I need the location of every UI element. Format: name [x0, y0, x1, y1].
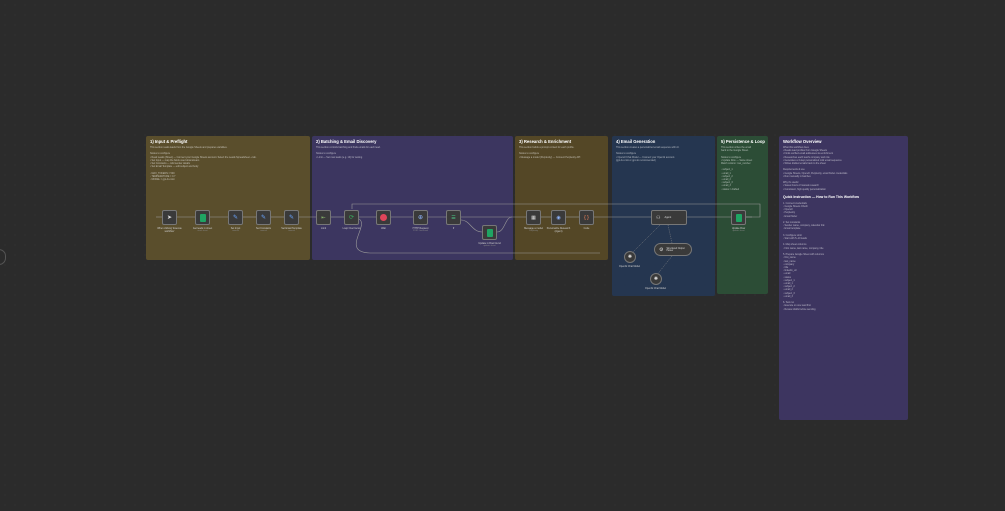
globe-icon: ⊕	[417, 215, 424, 221]
code-node[interactable]: { }	[579, 210, 594, 225]
set-input-node[interactable]: ✎	[228, 210, 243, 225]
node-label: Wait	[381, 227, 386, 230]
spreadsheet-icon	[199, 213, 206, 222]
update-row-node[interactable]	[731, 210, 746, 225]
message-model-node[interactable]: ▦	[526, 210, 541, 225]
http-request-node[interactable]: ⊕	[413, 210, 428, 225]
note-title: 2) Batching & Email Discovery	[316, 139, 377, 144]
agent-node[interactable]: ⚇ Agent	[651, 210, 687, 225]
update-row-found-node[interactable]	[482, 225, 497, 240]
pencil-icon: ✎	[232, 215, 239, 221]
chat-icon: ▦	[531, 214, 536, 221]
robot-icon: ⚇	[656, 214, 661, 221]
openai-chat-model-2-node[interactable]: ✺	[650, 273, 662, 285]
node-label: Update Row update: sheet	[731, 227, 746, 232]
loop-over-items-node[interactable]: ⟳	[344, 210, 359, 225]
openai-chat-model-node[interactable]: ✺	[624, 251, 636, 263]
if-node[interactable]: ☰	[446, 210, 461, 225]
node-label: Personalize Research (Agent)	[546, 227, 571, 233]
parser-icon: ⚙	[659, 246, 664, 253]
note-body: This section controls batching and finds…	[316, 146, 509, 159]
note-body: This section reads leads from the Google…	[150, 146, 306, 181]
node-label: Set Email Template manual	[281, 227, 302, 232]
set-email-template-node[interactable]: ✎	[284, 210, 299, 225]
note-line: ◦ status = drafted	[721, 187, 740, 191]
note-input-preflight[interactable]: 1) Input & Preflight This section reads …	[146, 136, 310, 260]
braces-icon: { }	[584, 214, 589, 221]
manual-trigger-node[interactable]: ➤	[162, 210, 177, 225]
note-line: ◦ Review drafts before sending	[783, 307, 816, 311]
branch-icon: ☰	[451, 214, 456, 221]
structured-output-parser-node[interactable]: ⚙ Structured Output Parser	[654, 243, 692, 256]
node-label: Get leads in sheet read: sheet	[192, 227, 213, 232]
openai-icon: ✺	[653, 276, 659, 282]
note-body: This section creates a personalized emai…	[616, 146, 711, 162]
note-title: 4) Email Generation	[616, 139, 656, 144]
node-label: Agent	[664, 216, 672, 219]
node-label: Code	[583, 227, 590, 230]
node-label: OpenAI Chat Model	[645, 287, 666, 290]
note-title: 3) Research & Enrichment	[519, 139, 572, 144]
pencil-icon: ✎	[288, 215, 295, 221]
note-body: This section builds a prompt context for…	[519, 146, 604, 159]
node-label: HTTP Request POST: find email	[412, 227, 429, 232]
stop-icon	[380, 214, 387, 221]
node-label: If	[452, 227, 455, 230]
node-label: When clicking 'Execute workflow'	[157, 227, 182, 233]
note-line: • Limit — Set max leads (e.g. 10) for te…	[316, 155, 363, 159]
note-line: ◦ MODEL = gpt-4o-mini	[150, 178, 175, 182]
node-label: Structured Output Parser	[666, 247, 685, 252]
limit-node[interactable]: ⇤	[316, 210, 331, 225]
note-body: What this workflow does • Reads lead prof…	[783, 146, 904, 191]
quick-instruction-body: 1. Connect credentials ◦ Google Sheets O…	[783, 202, 904, 311]
set-constants-node[interactable]: ✎	[256, 210, 271, 225]
note-research[interactable]: 3) Research & Enrichment This section bu…	[515, 136, 608, 260]
note-line: • Message a model (Perplexity) — Connect…	[519, 155, 581, 159]
spreadsheet-icon	[735, 213, 742, 222]
node-label: Set Input manual	[230, 227, 241, 232]
pencil-icon: ✎	[260, 215, 267, 221]
node-label: Set Constants manual	[255, 227, 272, 232]
loop-icon: ⟳	[348, 215, 355, 221]
note-line: (gpt-4o-mini or gpt-4o recommended)	[616, 158, 656, 162]
node-label: Loop Over Items	[342, 227, 361, 230]
node-label: Limit	[320, 227, 327, 230]
openai-icon: ✺	[627, 254, 633, 260]
node-label: OpenAI Chat Model	[619, 265, 640, 268]
limit-icon: ⇤	[321, 214, 326, 221]
note-title: 5) Persistence & Loop	[721, 139, 765, 144]
quick-instruction-title: Quick Instruction — How to Run This Work…	[783, 194, 860, 199]
research-agent-node[interactable]: ◉	[551, 210, 566, 225]
node-label: Update in Row found update: sheet	[478, 242, 501, 247]
wait-node[interactable]	[376, 210, 391, 225]
note-body: This section writes the email back to the…	[721, 146, 764, 191]
spreadsheet-icon	[486, 228, 493, 237]
robot-icon: ◉	[556, 214, 561, 221]
read-leads-node[interactable]	[195, 210, 210, 225]
note-workflow-overview[interactable]: Workflow Overview What this workflow doe…	[779, 136, 908, 420]
note-title: 1) Input & Preflight	[150, 139, 188, 144]
cursor-icon: ➤	[166, 215, 173, 221]
note-title: Workflow Overview	[783, 139, 822, 144]
note-line: • Consistent, high quality personalizati…	[783, 187, 826, 191]
